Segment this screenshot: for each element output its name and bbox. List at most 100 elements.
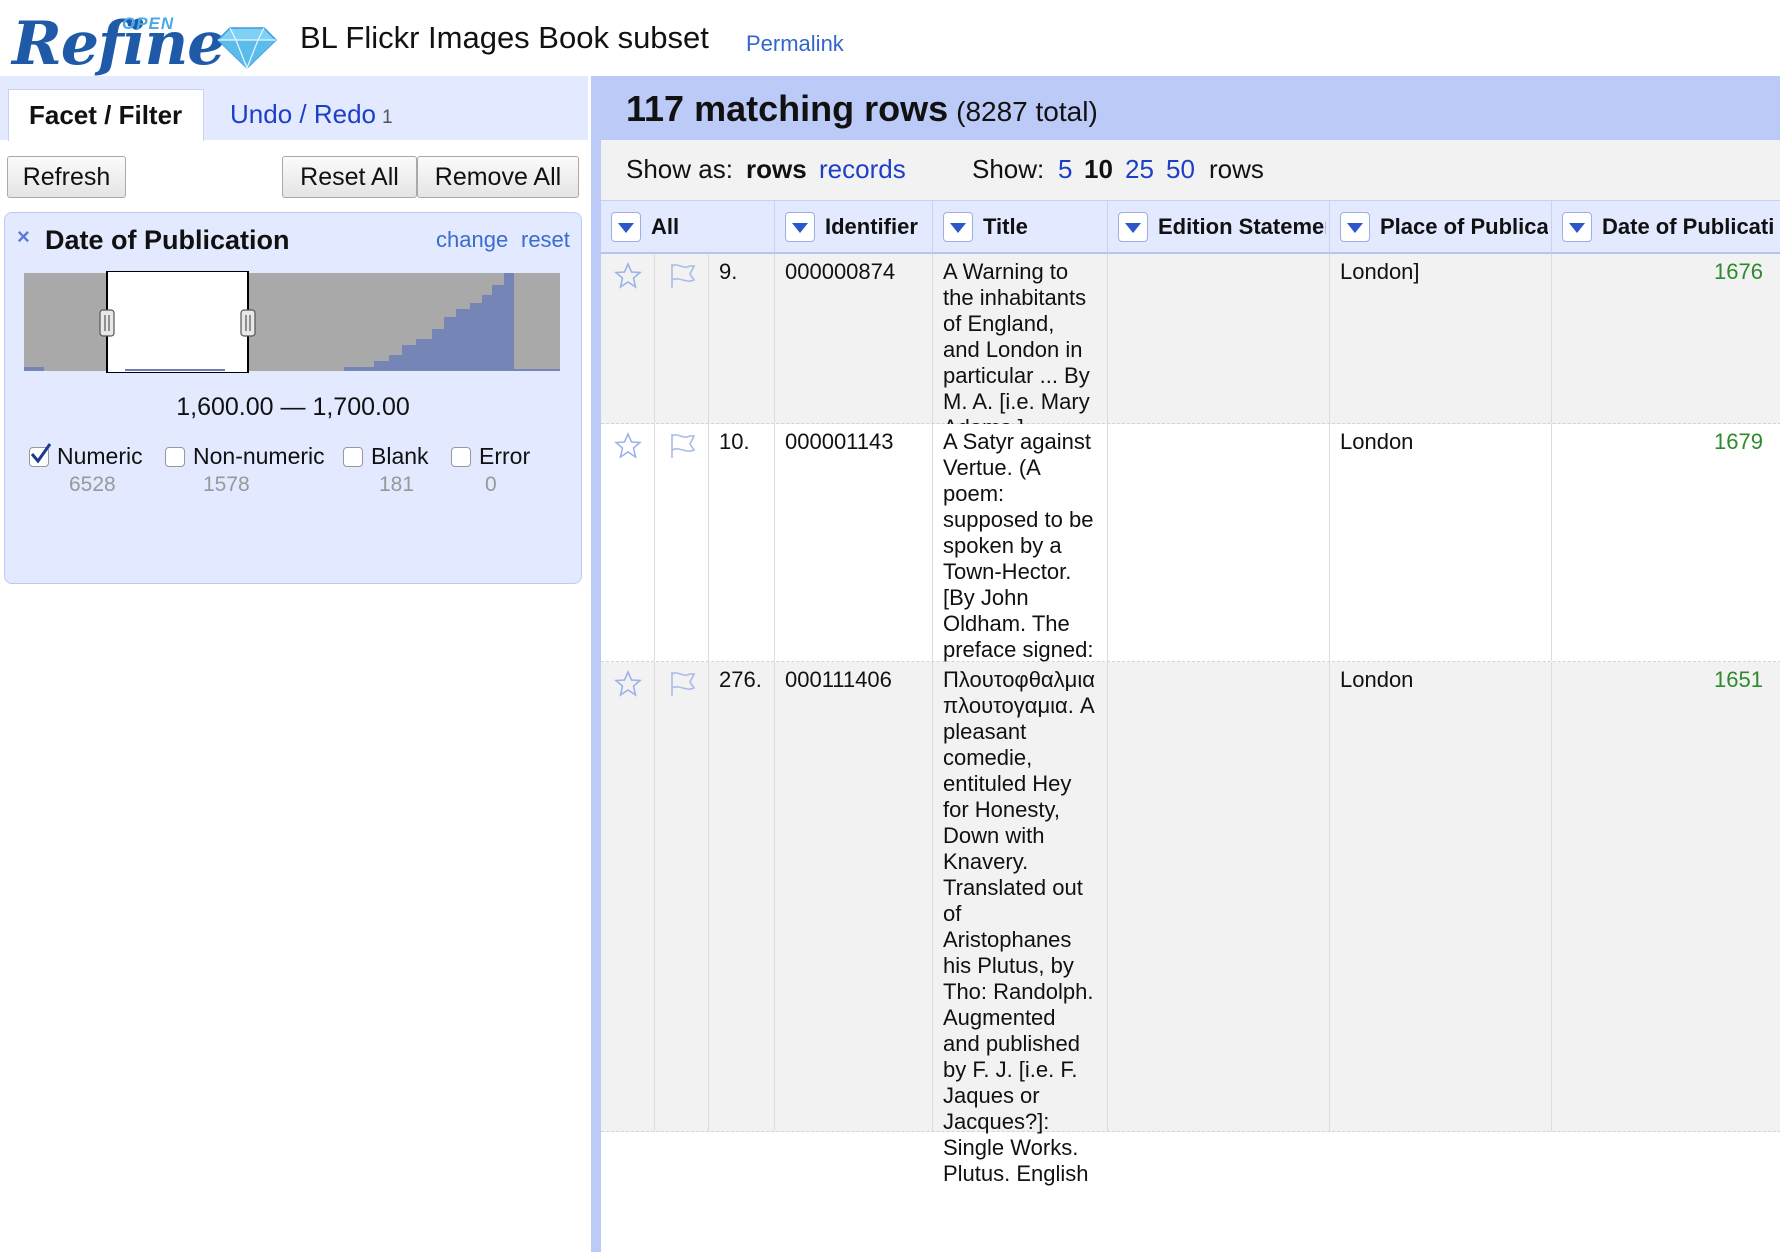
numeric-label: Numeric	[57, 443, 143, 469]
column-header-label: Place of Publica	[1380, 214, 1548, 239]
title-line: M. A. [i.e. Mary	[943, 389, 1090, 414]
date-of-publication-facet: × Date of Publication change reset 1,600…	[4, 212, 582, 584]
title-line: Vertue. (A	[943, 455, 1041, 480]
blank-count: 181	[379, 473, 415, 496]
left-tab-bar: Facet / Filter Undo / Redo 1	[0, 76, 588, 141]
column-header-label: Title	[983, 214, 1028, 239]
page-size-10[interactable]: 10	[1084, 154, 1113, 185]
title-line: by F. J. [i.e. F.	[943, 1057, 1078, 1082]
summary-bar: 117 matching rows (8287 total)	[601, 76, 1780, 140]
edition-statement-cell[interactable]	[1108, 424, 1330, 661]
title-line: Tho: Randolph.	[943, 979, 1094, 1004]
numeric-count: 6528	[69, 473, 116, 496]
close-facet-icon[interactable]: ×	[17, 226, 30, 248]
tab-undo-redo[interactable]: Undo / Redo 1	[210, 89, 440, 141]
identifier-cell[interactable]: 000001143	[775, 424, 933, 661]
title-line: Single Works.	[943, 1135, 1079, 1160]
star-cell[interactable]	[601, 424, 655, 661]
diamond-icon	[216, 27, 278, 70]
column-header-all[interactable]: All	[601, 201, 775, 253]
identifier-cell[interactable]: 000000874	[775, 254, 933, 423]
column-menu-dropdown-icon[interactable]	[1340, 212, 1370, 242]
page-size-5[interactable]: 5	[1058, 154, 1072, 185]
title-line: Oldham. The	[943, 611, 1070, 636]
column-header-edition-statement[interactable]: Edition Statemen	[1108, 201, 1330, 253]
column-menu-dropdown-icon[interactable]	[785, 212, 815, 242]
column-header-date-of-publication[interactable]: Date of Publicati	[1552, 201, 1780, 253]
show-as-records-link[interactable]: records	[819, 154, 906, 185]
place-of-publication-cell[interactable]: London	[1330, 662, 1552, 1131]
column-header-identifier[interactable]: Identifier	[775, 201, 933, 253]
blank-label: Blank	[371, 443, 429, 469]
non-numeric-checkbox[interactable]	[165, 447, 185, 467]
flag-cell[interactable]	[655, 424, 709, 661]
title-line: Translated out	[943, 875, 1083, 900]
refresh-button[interactable]: Refresh	[7, 156, 126, 198]
title-line: A Warning to	[943, 259, 1069, 284]
show-as-rows-option[interactable]: rows	[746, 154, 807, 185]
identifier-cell[interactable]: 000111406	[775, 662, 933, 1131]
star-cell[interactable]	[601, 662, 655, 1131]
title-line: Aristophanes	[943, 927, 1072, 952]
place-of-publication-cell[interactable]: London	[1330, 424, 1552, 661]
data-grid-header: All Identifier Title Edition Statemen Pl…	[601, 200, 1780, 254]
title-line: pleasant	[943, 719, 1027, 744]
title-line: his Plutus, by	[943, 953, 1074, 978]
column-header-label: All	[651, 214, 680, 239]
column-menu-dropdown-icon[interactable]	[1118, 212, 1148, 242]
show-as-label: Show as:	[626, 154, 733, 184]
column-menu-dropdown-icon[interactable]	[1562, 212, 1592, 242]
edition-statement-cell[interactable]	[1108, 254, 1330, 423]
title-cell[interactable]: A Warning to the inhabitants of England, an…	[933, 254, 1108, 440]
star-icon[interactable]	[614, 262, 642, 290]
facet-change-link[interactable]: change	[436, 227, 508, 253]
page-size-50[interactable]: 50	[1166, 154, 1195, 185]
page-size-25[interactable]: 25	[1125, 154, 1154, 185]
row-index: 9.	[709, 254, 775, 423]
title-cell[interactable]: A Satyr against Vertue. (A poem: supposed t…	[933, 424, 1108, 688]
column-header-place-of-publication[interactable]: Place of Publica	[1330, 201, 1552, 253]
flag-cell[interactable]	[655, 662, 709, 1131]
date-of-publication-cell[interactable]: 1679	[1552, 424, 1780, 661]
remove-all-button[interactable]: Remove All	[417, 156, 579, 198]
rows-suffix: rows	[1209, 154, 1264, 184]
title-cell[interactable]: Πλουτοφθαλμια πλουτογαμια. Apleasant comed…	[933, 662, 1108, 1186]
title-line: spoken by a	[943, 533, 1062, 558]
flag-icon[interactable]	[668, 670, 698, 698]
error-checkbox[interactable]	[451, 447, 471, 467]
facet-range-label: 1,600.00 — 1,700.00	[176, 393, 410, 421]
row-index: 10.	[709, 424, 775, 661]
project-name[interactable]: BL Flickr Images Book subset	[300, 20, 709, 56]
title-line: and published	[943, 1031, 1081, 1056]
blank-checkbox[interactable]	[343, 447, 363, 467]
flag-icon[interactable]	[668, 432, 698, 460]
openrefine-logo[interactable]: Refine OPEN	[12, 8, 278, 74]
column-menu-dropdown-icon[interactable]	[943, 212, 973, 242]
column-menu-dropdown-icon[interactable]	[611, 212, 641, 242]
star-icon[interactable]	[614, 670, 642, 698]
permalink-link[interactable]: Permalink	[746, 31, 844, 57]
flag-icon[interactable]	[668, 262, 698, 290]
numeric-checkbox[interactable]	[29, 443, 52, 467]
histogram-selection[interactable]	[106, 271, 249, 373]
numeric-histogram[interactable]	[24, 271, 560, 373]
title-line: of	[943, 901, 962, 926]
facet-reset-link[interactable]: reset	[521, 227, 570, 253]
reset-all-button[interactable]: Reset All	[282, 156, 417, 198]
column-header-label: Edition Statemen	[1158, 214, 1326, 239]
date-of-publication-cell[interactable]: 1676	[1552, 254, 1780, 423]
place-of-publication-cell[interactable]: London]	[1330, 254, 1552, 423]
star-icon[interactable]	[614, 432, 642, 460]
column-header-title[interactable]: Title	[933, 201, 1108, 253]
star-cell[interactable]	[601, 254, 655, 423]
date-of-publication-cell[interactable]: 1651	[1552, 662, 1780, 1131]
left-panel: Facet / Filter Undo / Redo 1 Refresh Rese…	[0, 76, 588, 1252]
flag-cell[interactable]	[655, 254, 709, 423]
non-numeric-label: Non-numeric	[193, 443, 325, 469]
left-range-handle[interactable]	[99, 309, 115, 337]
non-numeric-count: 1578	[203, 473, 250, 496]
tab-facet-filter[interactable]: Facet / Filter	[8, 89, 204, 141]
edition-statement-cell[interactable]	[1108, 662, 1330, 1131]
right-range-handle[interactable]	[240, 309, 256, 337]
matching-count: 117 matching rows	[626, 88, 949, 129]
